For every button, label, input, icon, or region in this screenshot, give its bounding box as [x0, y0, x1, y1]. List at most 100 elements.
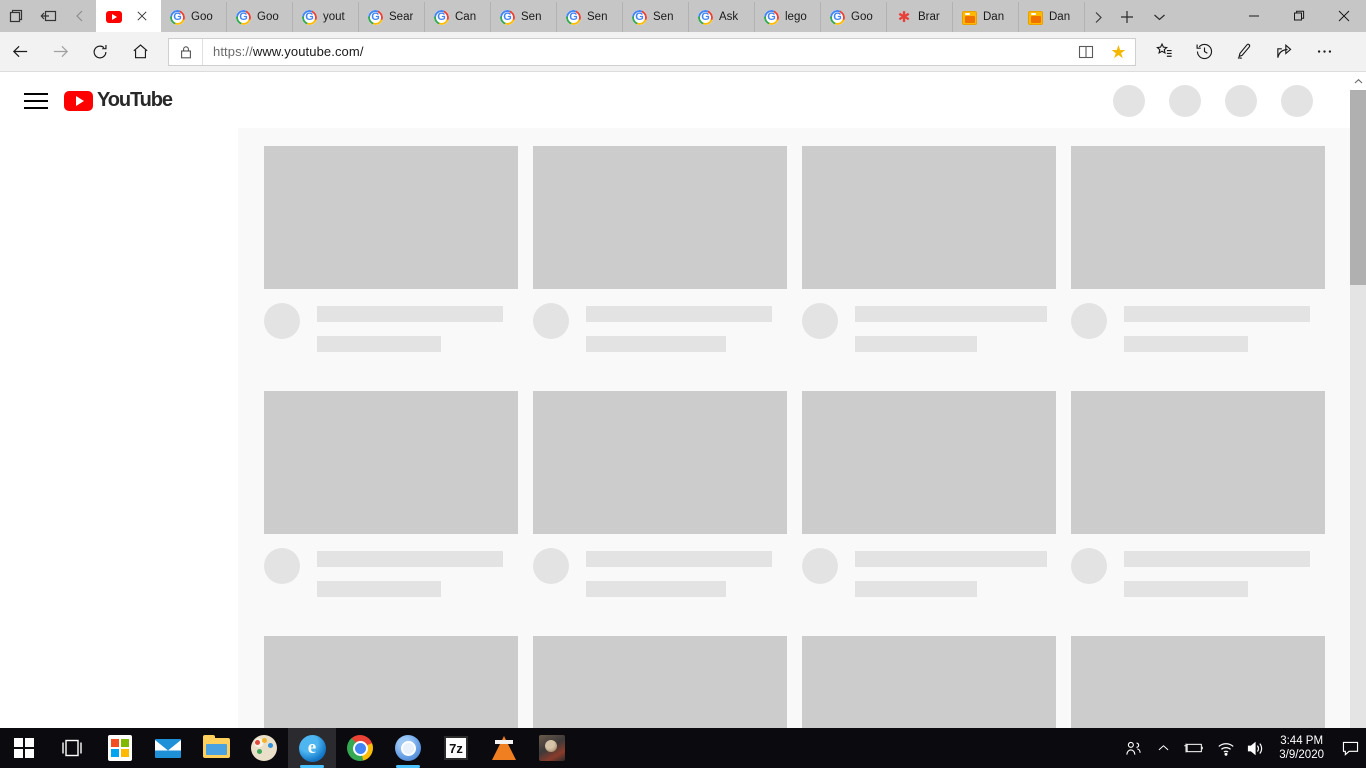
- card-meta: [802, 303, 1056, 352]
- browser-tab[interactable]: [96, 0, 161, 32]
- back-button[interactable]: [0, 32, 40, 72]
- set-tabs-aside-button[interactable]: [32, 0, 64, 32]
- video-skeleton-card[interactable]: [264, 636, 518, 728]
- guide-menu-icon[interactable]: [24, 89, 48, 113]
- scrollbar-thumb[interactable]: [1350, 90, 1366, 285]
- paint-button[interactable]: [240, 728, 288, 768]
- wifi-icon[interactable]: [1211, 728, 1241, 768]
- video-skeleton-grid: [264, 146, 1325, 728]
- google-chrome-button[interactable]: [336, 728, 384, 768]
- video-skeleton-card[interactable]: [264, 146, 518, 352]
- video-skeleton-card[interactable]: [802, 391, 1056, 597]
- close-tab-icon[interactable]: [134, 8, 150, 24]
- placeholder-circle[interactable]: [1225, 84, 1257, 117]
- subtitle-placeholder: [855, 336, 977, 352]
- video-skeleton-card[interactable]: [802, 146, 1056, 352]
- new-tab-button[interactable]: [1111, 2, 1143, 32]
- placeholder-circle[interactable]: [1281, 84, 1313, 117]
- refresh-button[interactable]: [80, 32, 120, 72]
- start-button[interactable]: [0, 728, 48, 768]
- settings-and-more-icon[interactable]: [1304, 32, 1344, 72]
- browser-tab[interactable]: Dan: [953, 2, 1019, 32]
- chromium-button[interactable]: [384, 728, 432, 768]
- browser-tab[interactable]: Sen: [491, 2, 557, 32]
- minimize-button[interactable]: [1231, 0, 1276, 32]
- google-favicon: [632, 9, 647, 25]
- action-center-button[interactable]: [1334, 728, 1366, 768]
- microsoft-edge-button[interactable]: e: [288, 728, 336, 768]
- favorite-star-icon[interactable]: ★: [1102, 39, 1135, 65]
- vlc-button[interactable]: [480, 728, 528, 768]
- browser-tab[interactable]: yout: [293, 2, 359, 32]
- video-skeleton-card[interactable]: [1071, 391, 1325, 597]
- file-explorer-button[interactable]: [192, 728, 240, 768]
- browser-tab[interactable]: Sen: [623, 2, 689, 32]
- 7zip-button[interactable]: 7z: [432, 728, 480, 768]
- restore-tabs-button[interactable]: [64, 0, 96, 32]
- tiles-view-button[interactable]: [0, 0, 32, 32]
- browser-tab[interactable]: Ask: [689, 2, 755, 32]
- title-placeholder: [317, 551, 503, 567]
- scroll-up-arrow[interactable]: [1350, 73, 1366, 90]
- browser-tab[interactable]: Dan: [1019, 2, 1085, 32]
- browser-tab[interactable]: Goo: [821, 2, 887, 32]
- video-skeleton-card[interactable]: [1071, 146, 1325, 352]
- youtube-masthead: YouTube: [0, 73, 1350, 128]
- favorites-hub-icon[interactable]: [1144, 32, 1184, 72]
- close-window-button[interactable]: [1321, 0, 1366, 32]
- video-skeleton-card[interactable]: [533, 636, 787, 728]
- game-app-button[interactable]: [528, 728, 576, 768]
- placeholder-circle[interactable]: [1113, 84, 1145, 117]
- browser-tab[interactable]: ✱ Brar: [887, 2, 953, 32]
- thumbnail-placeholder: [1071, 391, 1325, 534]
- text-placeholders: [1124, 303, 1310, 352]
- avatar-placeholder: [802, 303, 838, 339]
- address-bar[interactable]: https://www.youtube.com/ ★: [168, 37, 1136, 66]
- url-text[interactable]: https://www.youtube.com/: [203, 44, 1069, 59]
- window-controls: [1231, 0, 1366, 32]
- chrome-icon: [347, 735, 373, 761]
- masthead-placeholder-buttons: [1113, 84, 1350, 117]
- web-note-icon[interactable]: [1224, 32, 1264, 72]
- reading-view-icon[interactable]: [1069, 39, 1102, 65]
- tab-overflow-chevron-icon[interactable]: [1085, 2, 1111, 32]
- youtube-content-area: [238, 128, 1350, 728]
- maximize-restore-button[interactable]: [1276, 0, 1321, 32]
- video-skeleton-card[interactable]: [264, 391, 518, 597]
- share-icon[interactable]: [1264, 32, 1304, 72]
- tab-menu-chevron-down-icon[interactable]: [1143, 2, 1175, 32]
- history-icon[interactable]: [1184, 32, 1224, 72]
- battery-icon[interactable]: [1177, 728, 1211, 768]
- video-skeleton-card[interactable]: [533, 146, 787, 352]
- people-icon[interactable]: [1119, 728, 1148, 768]
- mail-button[interactable]: [144, 728, 192, 768]
- browser-tab[interactable]: lego: [755, 2, 821, 32]
- mail-icon: [155, 738, 181, 758]
- browser-tab[interactable]: Sear: [359, 2, 425, 32]
- home-button[interactable]: [120, 32, 160, 72]
- clock-time: 3:44 PM: [1280, 735, 1324, 747]
- brand-favicon: ✱: [897, 8, 911, 26]
- video-skeleton-card[interactable]: [802, 636, 1056, 728]
- task-view-button[interactable]: [48, 728, 96, 768]
- tab-title: Sen: [653, 11, 674, 23]
- youtube-logo[interactable]: YouTube: [64, 89, 173, 112]
- clock[interactable]: 3:44 PM 3/9/2020: [1271, 728, 1334, 768]
- card-meta: [533, 303, 787, 352]
- text-placeholders: [1124, 548, 1310, 597]
- show-hidden-icons-chevron[interactable]: [1148, 728, 1177, 768]
- browser-tab[interactable]: Sen: [557, 2, 623, 32]
- subtitle-placeholder: [586, 336, 726, 352]
- video-skeleton-card[interactable]: [1071, 636, 1325, 728]
- youtube-favicon: [106, 11, 122, 23]
- forward-button[interactable]: [40, 32, 80, 72]
- page-scrollbar[interactable]: [1350, 73, 1366, 728]
- card-meta: [1071, 548, 1325, 597]
- placeholder-circle[interactable]: [1169, 84, 1201, 117]
- browser-tab[interactable]: Goo: [161, 2, 227, 32]
- volume-icon[interactable]: [1241, 728, 1271, 768]
- browser-tab[interactable]: Goo: [227, 2, 293, 32]
- browser-tab[interactable]: Can: [425, 2, 491, 32]
- microsoft-store-button[interactable]: [96, 728, 144, 768]
- video-skeleton-card[interactable]: [533, 391, 787, 597]
